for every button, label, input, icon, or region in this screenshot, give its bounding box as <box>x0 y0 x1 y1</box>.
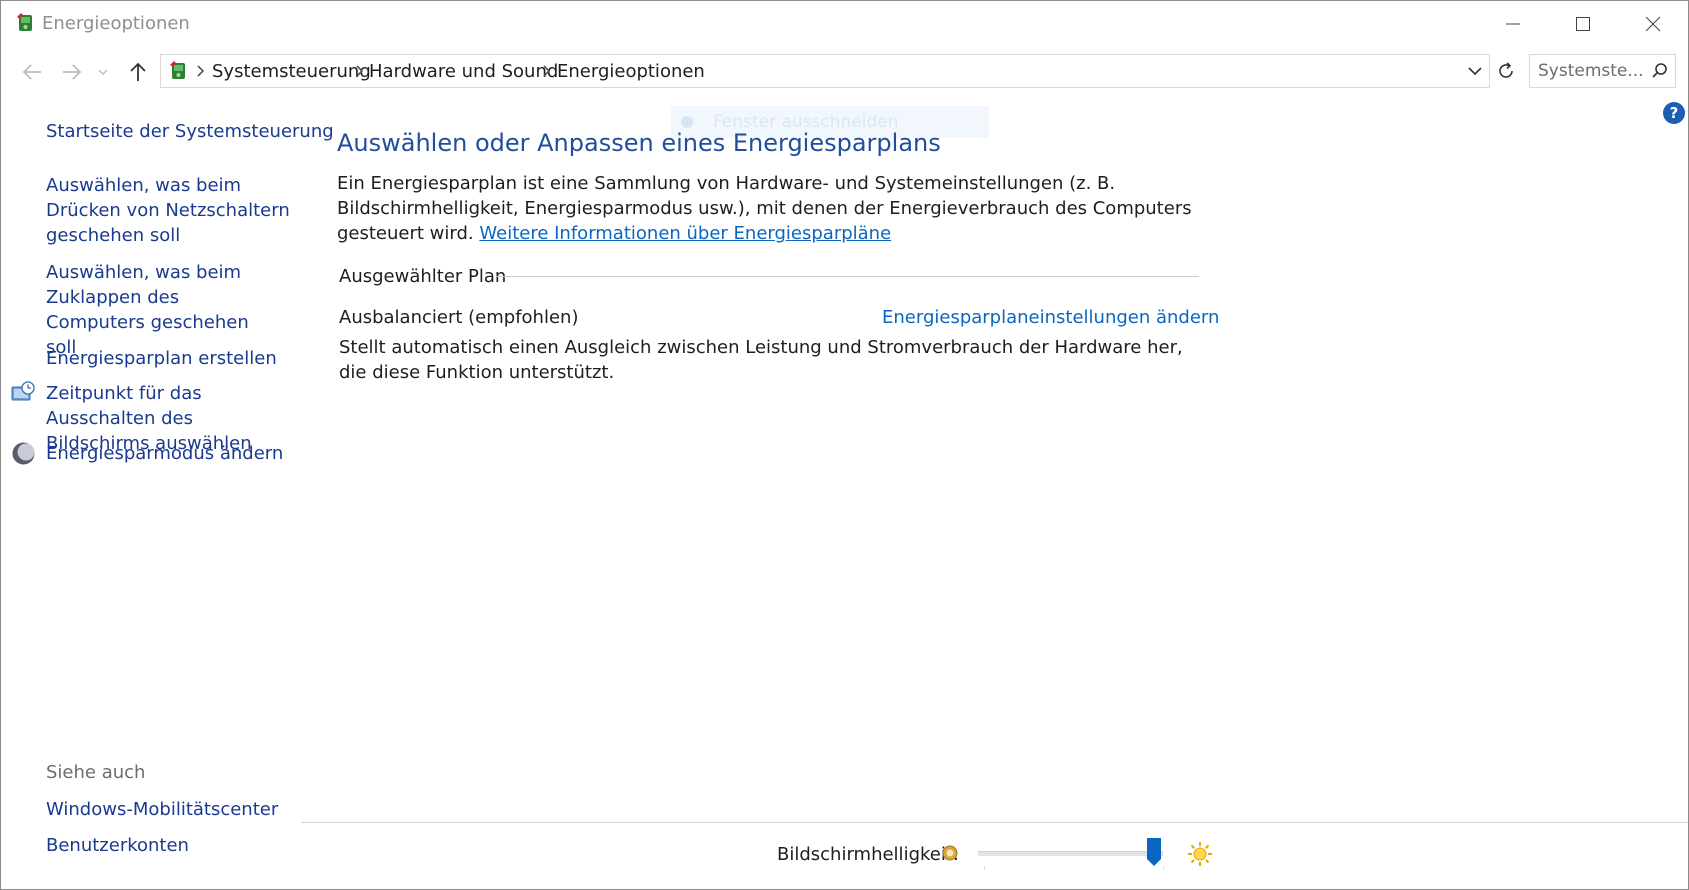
control-panel-icon <box>170 61 185 79</box>
close-icon <box>1645 16 1661 32</box>
help-button[interactable]: ? <box>1663 102 1685 124</box>
brightness-slider-track[interactable] <box>978 851 1163 856</box>
section-divider <box>496 276 1199 277</box>
back-button[interactable] <box>17 57 47 87</box>
sidebar-link-mobility-center[interactable]: Windows-Mobilitätscenter <box>46 797 278 822</box>
brightness-slider-ticks <box>984 866 1164 870</box>
sidebar-link-user-accounts[interactable]: Benutzerkonten <box>46 833 189 858</box>
up-button[interactable] <box>123 57 153 87</box>
change-plan-settings-link[interactable]: Energiesparplaneinstellungen ändern <box>882 307 1219 328</box>
power-options-icon <box>17 13 32 31</box>
arrow-up-icon <box>130 62 146 81</box>
see-also-heading: Siehe auch <box>46 762 146 783</box>
minimize-icon <box>1506 23 1520 25</box>
forward-button[interactable] <box>57 57 87 87</box>
sidebar-link-sleep-mode[interactable]: Energiesparmodus ändern <box>46 441 291 466</box>
chevron-right-icon <box>197 65 205 77</box>
sidebar-link-create-plan[interactable]: Energiesparplan erstellen <box>46 346 291 371</box>
breadcrumb-hardware-und-sound[interactable]: Hardware und Sound <box>369 61 558 82</box>
breadcrumb-energieoptionen[interactable]: Energieoptionen <box>557 61 705 82</box>
address-dropdown-icon[interactable] <box>1465 61 1485 81</box>
more-info-link[interactable]: Weitere Informationen über Energiesparpl… <box>479 223 891 244</box>
bottom-divider <box>301 822 1688 823</box>
search-input[interactable] <box>1538 61 1648 81</box>
address-bar[interactable]: Systemsteuerung Hardware und Sound Energ… <box>160 54 1490 88</box>
section-label-selected-plan: Ausgewählter Plan <box>339 266 507 287</box>
chevron-down-icon <box>98 69 108 75</box>
brightness-low-icon <box>942 845 958 861</box>
brightness-high-icon <box>1188 842 1212 866</box>
sidebar-link-power-buttons[interactable]: Auswählen, was beim Drücken von Netzscha… <box>46 173 291 248</box>
minimize-button[interactable] <box>1478 1 1548 47</box>
monitor-clock-icon <box>11 381 35 401</box>
refresh-button[interactable] <box>1491 54 1521 88</box>
arrow-right-icon <box>63 64 82 80</box>
breadcrumb-systemsteuerung[interactable]: Systemsteuerung <box>212 61 371 82</box>
window-title: Energieoptionen <box>42 13 190 34</box>
brightness-slider-thumb[interactable] <box>1146 837 1162 867</box>
search-box[interactable] <box>1529 54 1676 88</box>
intro-paragraph: Ein Energiesparplan ist eine Sammlung vo… <box>337 171 1197 246</box>
chevron-right-icon <box>543 65 551 77</box>
chevron-right-icon <box>356 65 364 77</box>
search-icon[interactable] <box>1650 61 1670 81</box>
close-button[interactable] <box>1618 1 1688 47</box>
sidebar-link-lid-close[interactable]: Auswählen, was beim Zuklappen des Comput… <box>46 260 281 360</box>
sidebar-link-home[interactable]: Startseite der Systemsteuerung <box>46 119 334 144</box>
plan-name: Ausbalanciert (empfohlen) <box>339 307 579 328</box>
maximize-button[interactable] <box>1548 1 1618 47</box>
maximize-icon <box>1576 17 1590 31</box>
plan-description: Stellt automatisch einen Ausgleich zwisc… <box>339 337 1183 383</box>
arrow-left-icon <box>22 64 41 80</box>
title-bar: Energieoptionen <box>1 1 1688 47</box>
window: Energieoptionen Systemsteuerung Hardware… <box>0 0 1689 890</box>
scissors-icon <box>681 116 693 128</box>
recent-locations-button[interactable] <box>93 57 113 87</box>
brightness-label: Bildschirmhelligkeit: <box>777 844 959 865</box>
moon-icon <box>12 442 35 465</box>
refresh-icon <box>1499 62 1513 78</box>
page-title: Auswählen oder Anpassen eines Energiespa… <box>337 129 941 157</box>
